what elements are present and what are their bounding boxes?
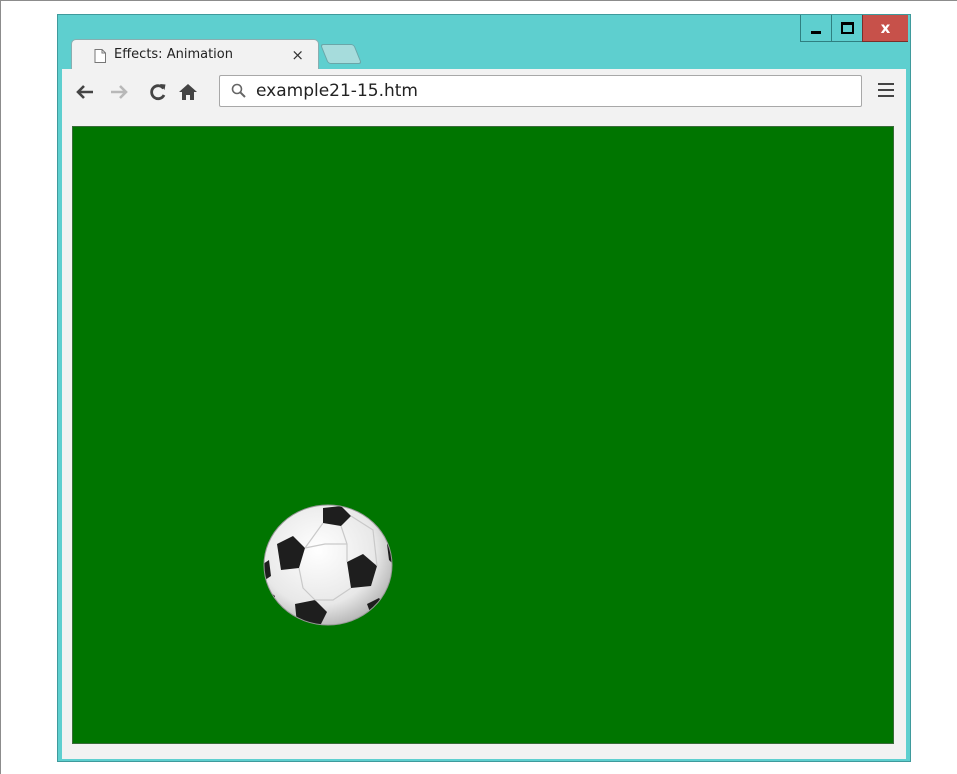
home-icon [179, 84, 197, 100]
tab-active[interactable]: Effects: Animation × [71, 39, 319, 69]
close-icon: x [880, 19, 891, 37]
home-button[interactable] [177, 79, 199, 105]
reload-icon [150, 84, 166, 101]
browser-toolbar: example21-15.htm [62, 69, 906, 121]
reload-button[interactable] [147, 79, 169, 105]
new-tab-button[interactable] [319, 44, 363, 64]
animation-canvas [72, 126, 894, 744]
tab-title: Effects: Animation [114, 47, 233, 62]
browser-window: x Effects: Animation × example21-15.htm [57, 14, 911, 762]
menu-icon[interactable] [878, 83, 894, 99]
page-icon [94, 48, 106, 63]
forward-icon [111, 85, 128, 99]
minimize-button[interactable] [800, 15, 831, 42]
back-icon [76, 85, 93, 99]
address-text[interactable]: example21-15.htm [256, 81, 418, 101]
maximize-icon [840, 22, 854, 34]
figure-border-left [0, 0, 1, 774]
tab-close-icon[interactable]: × [291, 46, 304, 64]
soccer-ball-image [263, 504, 393, 626]
maximize-button[interactable] [831, 15, 862, 42]
page-area [62, 121, 906, 759]
address-bar[interactable]: example21-15.htm [219, 75, 862, 107]
close-window-button[interactable]: x [862, 15, 908, 42]
forward-button[interactable] [108, 79, 130, 105]
back-button[interactable] [74, 79, 96, 105]
window-controls: x [800, 15, 908, 42]
search-icon [230, 82, 248, 100]
minimize-icon [811, 30, 821, 34]
figure-border-top [0, 0, 957, 1]
